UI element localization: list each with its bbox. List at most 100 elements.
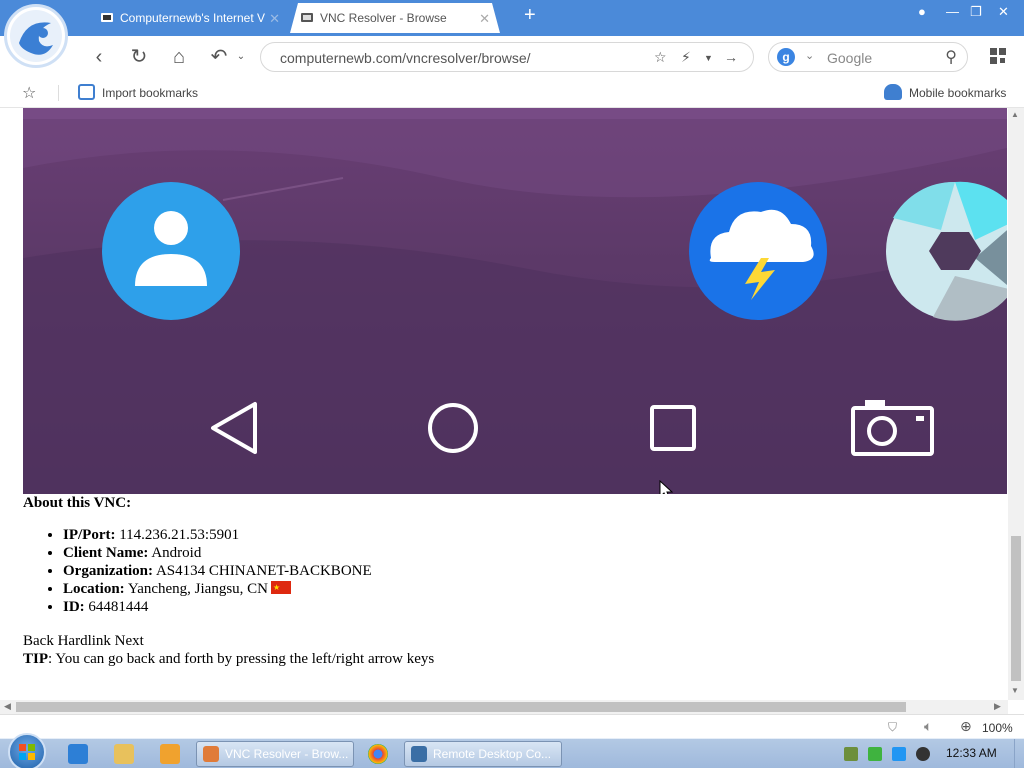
address-bar[interactable]: computernewb.com/vncresolver/browse/ ☆ ⚡… (260, 42, 754, 72)
detail-label: IP/Port: (63, 527, 116, 543)
detail-label: Location: (63, 581, 125, 597)
browser-statusbar: ⛉ 🔈︎ ⊕ 100% (0, 714, 1024, 738)
detail-label: Client Name: (63, 545, 149, 561)
browser-titlebar: Computernewb's Internet V ✕ VNC Resolver… (0, 0, 1024, 36)
import-icon[interactable] (78, 84, 95, 100)
pager: Back Hardlink Next (23, 632, 434, 650)
weather-app-icon[interactable] (689, 182, 827, 320)
google-engine-icon[interactable]: g (777, 48, 795, 66)
task-remote-desktop[interactable]: Remote Desktop Co... (404, 741, 562, 767)
tab-label: VNC Resolver - Browse (320, 11, 447, 25)
shield-icon[interactable]: ⛉ (888, 720, 897, 735)
mobile-bookmarks-link[interactable]: Mobile bookmarks (909, 86, 1006, 100)
vnc-favicon-icon (300, 11, 314, 25)
back-link[interactable]: Back (23, 633, 54, 649)
mouse-cursor-icon (659, 480, 673, 494)
detail-id: ID: 64481444 (63, 598, 434, 616)
new-tab-plus-icon[interactable]: + (524, 4, 536, 27)
tip-text: : You can go back and forth by pressing … (48, 651, 435, 667)
minimize-icon[interactable]: — (946, 4, 959, 19)
back-icon[interactable]: ‹ (86, 44, 112, 70)
uc-browser-icon (203, 746, 219, 762)
hardlink-link[interactable]: Hardlink (58, 633, 111, 649)
tip-label: TIP (23, 651, 49, 667)
chevron-down-icon[interactable]: ⌄ (228, 44, 254, 70)
zoom-level[interactable]: 100% (982, 721, 1013, 735)
address-url[interactable]: computernewb.com/vncresolver/browse/ (280, 50, 531, 66)
zoom-icon[interactable]: ⊕ (960, 718, 972, 735)
vertical-scroll-thumb[interactable] (1011, 536, 1021, 681)
reload-icon[interactable]: ↻ (126, 44, 152, 70)
search-box[interactable]: g ⌄ Google ⚲ (768, 42, 968, 72)
restore-icon[interactable]: ❐ (970, 4, 982, 20)
horizontal-scroll-thumb[interactable] (16, 702, 906, 712)
vnc-favicon-icon (101, 13, 113, 22)
detail-organization: Organization: AS4134 CHINANET-BACKBONE (63, 562, 434, 580)
detail-value: 114.236.21.53:5901 (119, 527, 240, 543)
vnc-screenshot (23, 108, 1007, 494)
detail-label: ID: (63, 599, 85, 615)
search-icon[interactable]: ⚲ (945, 47, 957, 67)
scroll-up-icon[interactable]: ▲ (1011, 110, 1019, 119)
apps-grid-icon[interactable] (990, 48, 1006, 64)
search-placeholder[interactable]: Google (827, 50, 872, 66)
tip-line: TIP: You can go back and forth by pressi… (23, 650, 434, 668)
skin-icon[interactable]: ● (918, 4, 926, 19)
browser-logo[interactable] (4, 4, 68, 68)
detail-value: 64481444 (88, 599, 149, 615)
volume-icon[interactable] (916, 747, 930, 761)
chevron-down-icon[interactable]: ⌄ (805, 49, 814, 62)
windows-taskbar: VNC Resolver - Brow... Remote Desktop Co… (0, 733, 1024, 768)
navigation-bar: ‹ ↻ ⌂ ↶ ⌄ computernewb.com/vncresolver/b… (0, 36, 1024, 78)
network-icon[interactable] (868, 747, 882, 761)
contacts-app-icon[interactable] (102, 182, 240, 320)
lightning-icon[interactable]: ⚡ (681, 49, 691, 66)
windows-logo-icon (19, 744, 35, 760)
task-vnc-resolver[interactable]: VNC Resolver - Brow... (196, 741, 354, 767)
tab-label: Computernewb's Internet V (120, 11, 265, 25)
chrome-icon[interactable] (368, 744, 388, 764)
vertical-scrollbar[interactable]: ▲ ▼ (1008, 108, 1024, 700)
detail-ip-port: IP/Port: 114.236.21.53:5901 (63, 526, 434, 544)
task-label: Remote Desktop Co... (433, 747, 552, 761)
star-icon[interactable]: ☆ (654, 49, 667, 66)
cloud-icon[interactable] (884, 84, 902, 100)
tab-vnc-resolver[interactable]: VNC Resolver - Browse ✕ (290, 3, 500, 33)
bookmark-star-icon[interactable]: ☆ (22, 83, 36, 103)
show-desktop-button[interactable] (1014, 739, 1024, 768)
horizontal-scrollbar[interactable]: ◀ ▶ (0, 700, 1008, 714)
home-icon[interactable]: ⌂ (166, 44, 192, 70)
about-heading: About this VNC: (23, 495, 132, 511)
internet-explorer-icon[interactable] (68, 744, 88, 764)
scroll-down-icon[interactable]: ▼ (1011, 686, 1019, 695)
next-link[interactable]: Next (115, 633, 144, 649)
go-arrow-icon[interactable]: → (724, 49, 738, 65)
page-viewport: About this VNC: IP/Port: 114.236.21.53:5… (0, 108, 1008, 700)
detail-value: Android (151, 545, 202, 561)
vnc-details-list: IP/Port: 114.236.21.53:5901 Client Name:… (63, 526, 434, 616)
media-player-icon[interactable] (160, 744, 180, 764)
divider (58, 85, 59, 101)
import-bookmarks-link[interactable]: Import bookmarks (102, 86, 198, 100)
close-window-icon[interactable]: ✕ (998, 4, 1009, 20)
detail-value: AS4134 CHINANET-BACKBONE (155, 563, 372, 579)
tab-computernewb[interactable]: Computernewb's Internet V ✕ (90, 3, 290, 33)
uc-browser-logo-icon (10, 10, 62, 62)
action-center-icon[interactable] (844, 747, 858, 761)
close-tab-icon[interactable]: ✕ (269, 11, 280, 27)
detail-location: Location: Yancheng, Jiangsu, CN (63, 579, 434, 598)
scroll-left-icon[interactable]: ◀ (4, 701, 11, 712)
bookmarks-bar: ☆ Import bookmarks Mobile bookmarks (0, 78, 1024, 108)
display-icon[interactable] (892, 747, 906, 761)
detail-label: Organization: (63, 563, 153, 579)
chevron-down-icon[interactable]: ▼ (704, 53, 713, 63)
file-explorer-icon[interactable] (114, 744, 134, 764)
scroll-right-icon[interactable]: ▶ (994, 701, 1001, 712)
taskbar-clock[interactable]: 12:33 AM (946, 746, 997, 760)
detail-client-name: Client Name: Android (63, 544, 434, 562)
china-flag-icon (271, 579, 292, 597)
close-tab-icon[interactable]: ✕ (479, 11, 490, 27)
windows-start-icon[interactable] (8, 733, 46, 768)
speaker-icon[interactable]: 🔈︎ (924, 718, 932, 735)
task-label: VNC Resolver - Brow... (225, 747, 349, 761)
